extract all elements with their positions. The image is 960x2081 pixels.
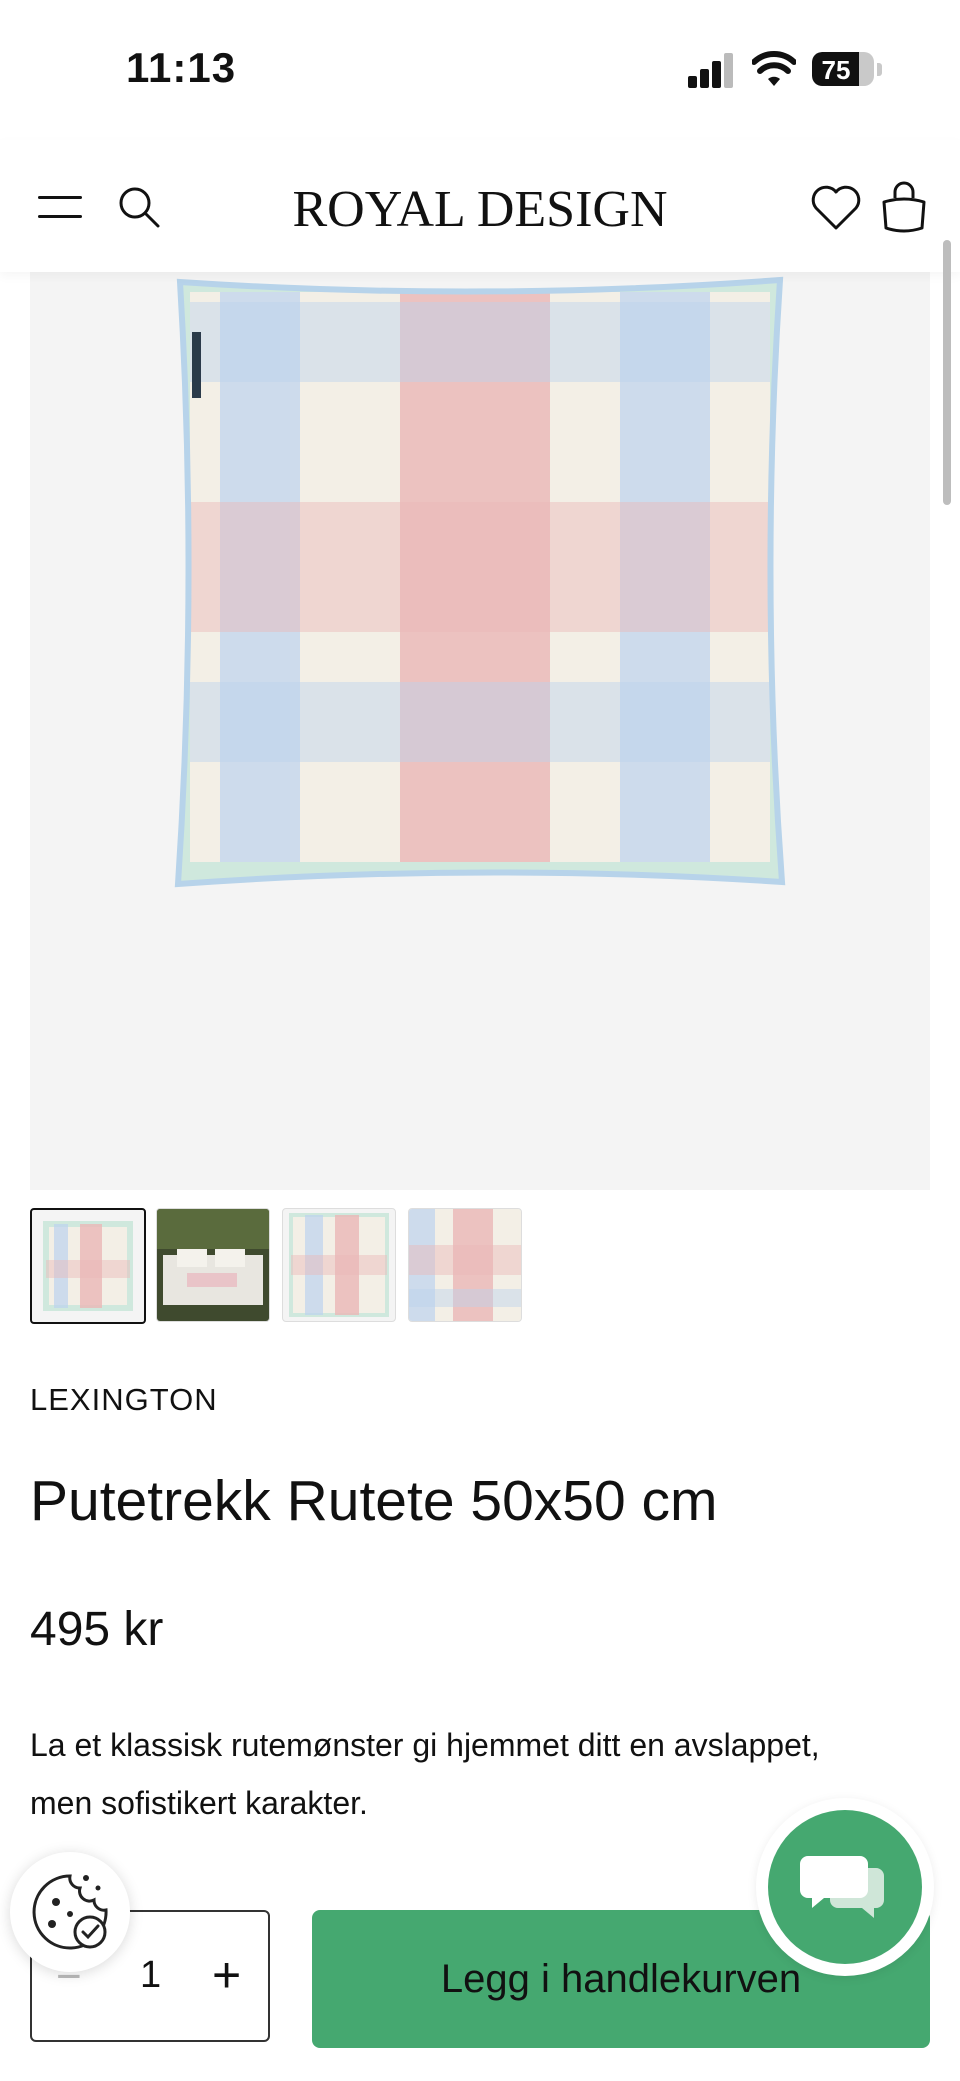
product-image[interactable] <box>30 272 930 1190</box>
heart-icon[interactable] <box>810 182 862 232</box>
chat-icon <box>800 1856 884 1918</box>
scrollbar[interactable] <box>943 240 951 505</box>
thumbnail-1[interactable] <box>30 1208 146 1324</box>
cookie-settings-button[interactable] <box>10 1852 130 1972</box>
quantity-increase-button[interactable]: + <box>212 1946 241 2004</box>
wifi-icon <box>752 51 796 86</box>
thumbnail-image <box>289 1213 389 1317</box>
battery-nub <box>877 63 882 76</box>
chat-button-circle[interactable] <box>768 1810 922 1964</box>
product-title: Putetrekk Rutete 50x50 cm <box>30 1469 718 1533</box>
site-header: ROYAL DESIGN <box>0 140 960 272</box>
thumbnail-3[interactable] <box>282 1208 396 1322</box>
thumbnail-4[interactable] <box>408 1208 522 1322</box>
chat-button[interactable] <box>756 1798 934 1976</box>
status-bar: 11:13 75 <box>0 0 960 140</box>
thumbnail-image <box>43 1221 133 1311</box>
signal-icon <box>688 52 734 88</box>
battery-percent: 75 <box>821 55 851 85</box>
cookie-icon <box>32 1874 108 1950</box>
thumbnail-image <box>157 1209 269 1321</box>
bag-icon[interactable] <box>880 180 928 234</box>
product-description: La et klassisk rutemønster gi hjemmet di… <box>30 1727 820 1821</box>
thumbnail-image <box>409 1209 521 1321</box>
quantity-value[interactable]: 1 <box>140 1954 161 1997</box>
status-time: 11:13 <box>126 44 237 91</box>
pillow-image <box>174 276 786 888</box>
product-brand[interactable]: LEXINGTON <box>30 1382 218 1418</box>
product-price: 495 kr <box>30 1603 164 1656</box>
battery-icon: 75 <box>812 52 874 86</box>
thumbnail-2[interactable] <box>156 1208 270 1322</box>
